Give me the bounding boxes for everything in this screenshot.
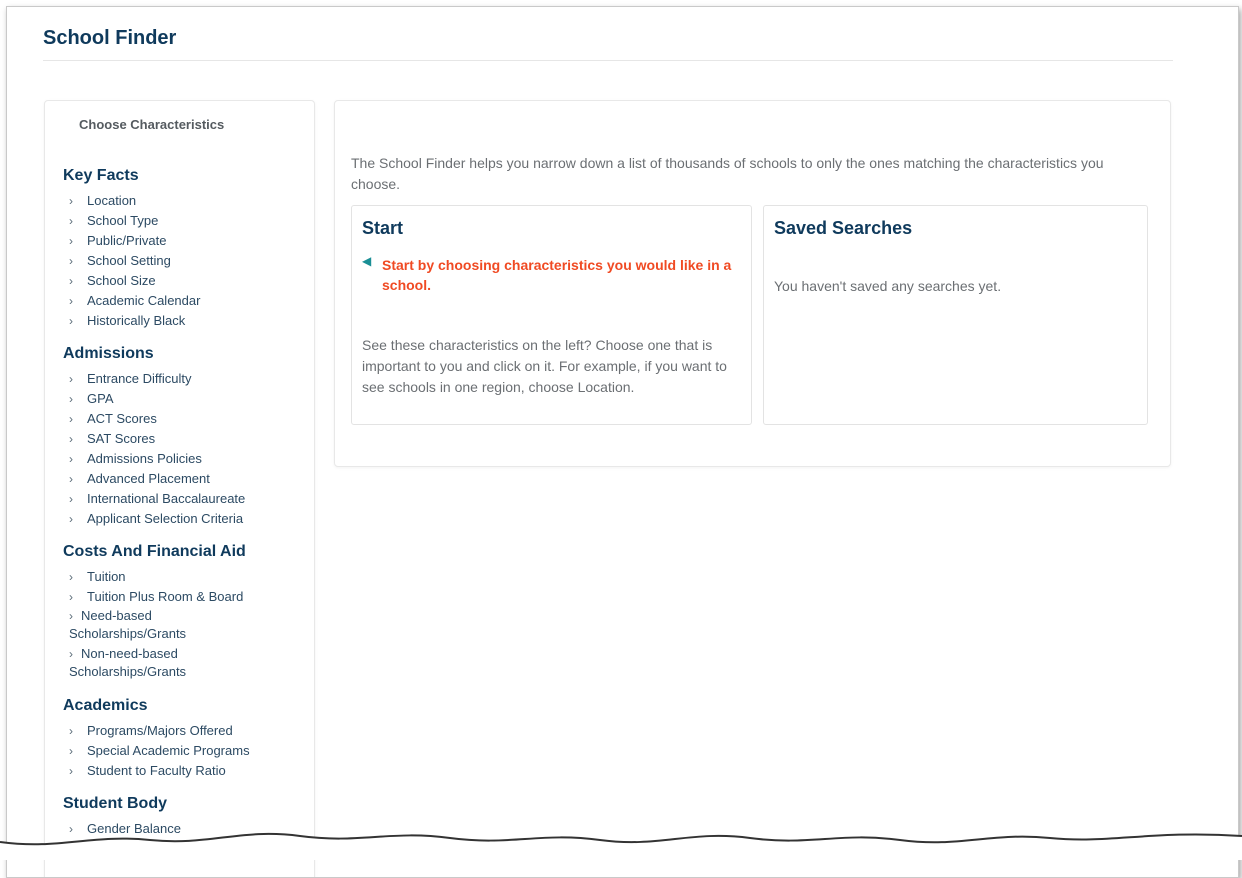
sidebar-item-label: Tuition (87, 569, 126, 584)
sidebar-item-sat-scores[interactable]: › SAT Scores (63, 429, 308, 449)
chevron-right-icon: › (69, 432, 73, 446)
sidebar-item-academic-calendar[interactable]: › Academic Calendar (63, 291, 308, 311)
chevron-right-icon: › (69, 724, 73, 738)
chevron-right-icon: › (69, 647, 73, 661)
sidebar-item-label: Student to Faculty Ratio (87, 763, 226, 778)
sidebar-item-label: Need-based Scholarships/Grants (69, 608, 187, 641)
sidebar-item-label: School Setting (87, 253, 171, 268)
sidebar-item-label: ACT Scores (87, 411, 157, 426)
sidebar-item-advanced-placement[interactable]: › Advanced Placement (63, 469, 308, 489)
main-panel: The School Finder helps you narrow down … (334, 100, 1171, 467)
category-title: Admissions (63, 345, 154, 362)
sidebar-item-label: Applicant Selection Criteria (87, 511, 244, 526)
chevron-right-icon: › (69, 392, 73, 406)
sidebar-item-label: Academic Calendar (87, 293, 201, 308)
sidebar-item-label: Special Academic Programs (87, 743, 250, 758)
arrow-left-icon: ◀ (362, 254, 372, 268)
sidebar-item-gpa[interactable]: › GPA (63, 389, 308, 409)
start-card: Start ◀ Start by choosing characteristic… (351, 205, 752, 425)
sidebar-item-label: Programs/Majors Offered (87, 723, 233, 738)
page-title: School Finder (43, 27, 177, 49)
callout-text: Start by choosing characteristics you wo… (382, 257, 732, 293)
sidebar-item-special-academic-programs[interactable]: › Special Academic Programs (63, 741, 308, 761)
sidebar-item-student-faculty-ratio[interactable]: › Student to Faculty Ratio (63, 761, 308, 781)
sidebar-heading: Choose Characteristics (79, 117, 225, 132)
sidebar-item-tuition-room-board[interactable]: › Tuition Plus Room & Board (63, 587, 308, 607)
sidebar-item-label: Advanced Placement (87, 471, 210, 486)
category-title: Costs And Financial Aid (63, 543, 246, 560)
sidebar-item-location[interactable]: › Location (63, 191, 308, 211)
chevron-right-icon: › (69, 194, 73, 208)
sidebar-item-admissions-policies[interactable]: › Admissions Policies (63, 449, 308, 469)
sidebar-item-public-private[interactable]: › Public/Private (63, 231, 308, 251)
chevron-right-icon: › (69, 274, 73, 288)
category-title: Academics (63, 697, 148, 714)
sidebar-item-label: SAT Scores (87, 431, 156, 446)
sidebar-item-non-need-based-scholarships[interactable]: › Non-need-based Scholarships/Grants (63, 645, 204, 681)
saved-searches-title: Saved Searches (774, 218, 913, 238)
chevron-right-icon: › (69, 512, 73, 526)
sidebar-item-label: GPA (87, 391, 114, 406)
chevron-right-icon: › (69, 472, 73, 486)
chevron-right-icon: › (69, 744, 73, 758)
sidebar-item-tuition[interactable]: › Tuition (63, 567, 308, 587)
category-key-facts: Key Facts › Location › School Type › Public… (63, 165, 308, 331)
sidebar-item-need-based-scholarships[interactable]: › Need-based Scholarships/Grants (63, 607, 186, 643)
sidebar-item-international-baccalaureate[interactable]: › International Baccalaureate (63, 489, 308, 509)
sidebar-item-label: Historically Black (87, 313, 186, 328)
start-title: Start (362, 218, 404, 238)
chevron-right-icon: › (69, 214, 73, 228)
chevron-right-icon: › (69, 492, 73, 506)
chevron-right-icon: › (69, 412, 73, 426)
sidebar-item-label: School Type (87, 213, 159, 228)
category-academics: Academics › Programs/Majors Offered › Spec… (63, 695, 308, 781)
chevron-right-icon: › (69, 294, 73, 308)
category-costs-financial-aid: Costs And Financial Aid › Tuition › Tuitio… (63, 541, 308, 683)
category-admissions: Admissions › Entrance Difficulty › GPA › AC… (63, 343, 308, 529)
category-title: Student Body (63, 795, 167, 812)
sidebar-item-entrance-difficulty[interactable]: › Entrance Difficulty (63, 369, 308, 389)
chevron-right-icon: › (69, 234, 73, 248)
sidebar-item-school-size[interactable]: › School Size (63, 271, 308, 291)
chevron-right-icon: › (69, 372, 73, 386)
sidebar-item-programs-majors[interactable]: › Programs/Majors Offered (63, 721, 308, 741)
saved-searches-card: Saved Searches You haven't saved any sea… (763, 205, 1148, 425)
sidebar-item-historically-black[interactable]: › Historically Black (63, 311, 308, 331)
chevron-right-icon: › (69, 570, 73, 584)
sidebar-item-label: School Size (87, 273, 156, 288)
sidebar-item-label: International Baccalaureate (87, 491, 246, 506)
chevron-right-icon: › (69, 254, 73, 268)
chevron-right-icon: › (69, 609, 73, 623)
title-divider (43, 60, 1173, 61)
sidebar-item-act-scores[interactable]: › ACT Scores (63, 409, 308, 429)
app-window: School Finder Choose Characteristics Key… (6, 6, 1239, 878)
sidebar-item-label: Tuition Plus Room & Board (87, 589, 244, 604)
sidebar-item-applicant-selection-criteria[interactable]: › Applicant Selection Criteria (63, 509, 308, 529)
saved-searches-empty-text: You haven't saved any searches yet. (774, 278, 1002, 294)
sidebar-item-school-setting[interactable]: › School Setting (63, 251, 308, 271)
sidebar-item-label: Non-need-based Scholarships/Grants (69, 646, 187, 679)
chevron-right-icon: › (69, 590, 73, 604)
characteristics-sidebar: Choose Characteristics Key Facts › Locati… (44, 100, 315, 877)
chevron-right-icon: › (69, 764, 73, 778)
category-title: Key Facts (63, 167, 139, 184)
sidebar-item-label: Location (87, 193, 137, 208)
start-callout: ◀ Start by choosing characteristics you … (362, 254, 732, 295)
chevron-right-icon: › (69, 314, 73, 328)
sidebar-item-label: Admissions Policies (87, 451, 202, 466)
sidebar-item-school-type[interactable]: › School Type (63, 211, 308, 231)
torn-edge-decoration (0, 832, 1242, 860)
sidebar-item-label: Public/Private (87, 233, 167, 248)
intro-text: The School Finder helps you narrow down … (351, 155, 1104, 192)
start-body-text: See these characteristics on the left? C… (362, 337, 727, 395)
sidebar-item-label: Entrance Difficulty (87, 371, 192, 386)
chevron-right-icon: › (69, 452, 73, 466)
